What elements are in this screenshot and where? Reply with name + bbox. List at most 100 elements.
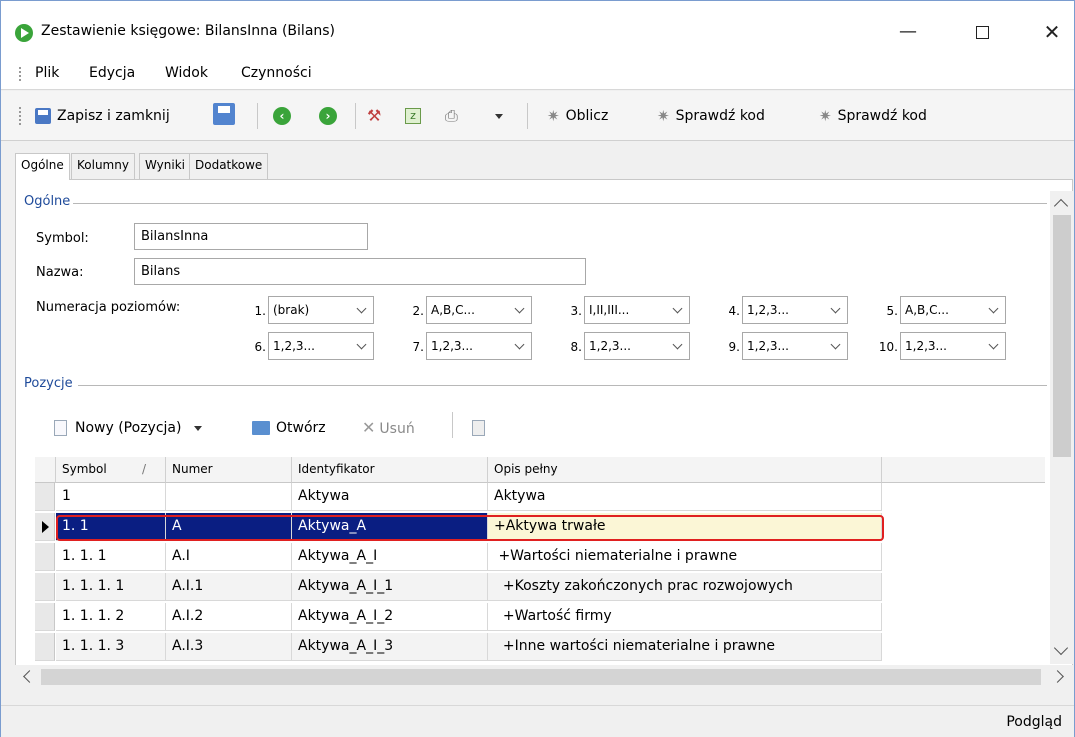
level-10-select[interactable]: 1,2,3... [900,332,1006,360]
row-selector[interactable] [35,573,55,601]
close-button[interactable]: ✕ [1037,17,1067,47]
table-cell[interactable]: A.I.3 [166,633,292,661]
row-selector[interactable] [35,603,55,631]
horizontal-scrollbar[interactable] [15,665,1073,689]
table-cell[interactable]: A.I.1 [166,573,292,601]
horizontal-scroll-thumb[interactable] [41,669,1041,685]
level-9-select[interactable]: 1,2,3... [742,332,848,360]
tab-wyniki[interactable]: Wyniki [139,153,191,179]
name-input[interactable]: Bilans [134,258,586,285]
vertical-scrollbar[interactable] [1050,191,1074,664]
edit-button[interactable] [472,418,493,438]
new-document-icon [54,420,67,436]
print-button[interactable]: ⎙ [445,106,458,128]
tools-icon: ⚒ [367,106,382,125]
table-cell[interactable]: Aktywa_A_I_3 [292,633,488,661]
table-row[interactable]: 1. 1 A Aktywa_A +Aktywa trwałe [35,513,1045,541]
table-cell[interactable]: 1. 1. 1. 3 [56,633,166,661]
chevron-down-icon [988,303,999,314]
vertical-scroll-thumb[interactable] [1053,215,1071,457]
print-dropdown-button[interactable] [495,106,503,128]
table-cell[interactable]: Aktywa [488,483,882,511]
back-button[interactable]: ‹ [273,106,291,128]
delete-button[interactable]: ✕ Usuń [362,418,415,438]
table-cell[interactable]: 1. 1 [56,513,166,541]
save-icon [35,108,51,124]
table-cell[interactable]: A [166,513,292,541]
new-position-button[interactable]: Nowy (Pozycja) [54,418,202,438]
symbol-input[interactable]: BilansInna [134,223,368,250]
column-header-numer[interactable]: Numer [166,457,292,483]
current-row-arrow-icon[interactable] [35,513,55,541]
level-4-select[interactable]: 1,2,3... [742,296,848,324]
check-code-button-1[interactable]: ✷ Sprawdź kod [657,106,765,128]
chevron-down-icon [356,303,367,314]
row-selector[interactable] [35,543,55,571]
table-cell[interactable]: 1. 1. 1 [56,543,166,571]
table-cell[interactable]: A.I [166,543,292,571]
level-6-select[interactable]: 1,2,3... [268,332,374,360]
maximize-button[interactable] [967,17,997,47]
save-button[interactable] [213,103,235,125]
level-6-value: 1,2,3... [273,339,315,353]
calculate-button[interactable]: ✷ Oblicz [547,106,608,128]
table-cell[interactable]: Aktywa_A_I_2 [292,603,488,631]
table-cell[interactable]: Aktywa_A_I [292,543,488,571]
scroll-up-icon[interactable] [1053,198,1069,214]
table-cell[interactable]: A.I.2 [166,603,292,631]
table-cell[interactable] [166,483,292,511]
tab-kolumny[interactable]: Kolumny [71,153,135,179]
level-8-select[interactable]: 1,2,3... [584,332,690,360]
table-row[interactable]: 1 Aktywa Aktywa [35,483,1045,511]
table-row[interactable]: 1. 1. 1 A.I Aktywa_A_I +Wartości niemateri… [35,543,1045,571]
toolbar: Zapisz i zamknij ‹ › ⚒ z ⎙ ✷ Oblicz ✷ Spr [1,91,1074,141]
chevron-down-icon [672,339,683,350]
tools-button[interactable]: ⚒ [367,106,381,128]
table-cell[interactable]: +Wartość firmy [488,603,882,631]
table-cell[interactable]: +Inne wartości niematerialne i prawne [488,633,882,661]
table-cell[interactable]: Aktywa_A [292,513,488,541]
tab-ogolne[interactable]: Ogólne [15,153,70,180]
table-cell[interactable]: +Koszty zakończonych prac rozwojowych [488,573,882,601]
table-cell[interactable]: +Aktywa trwałe [488,513,882,541]
table-cell[interactable]: 1. 1. 1. 1 [56,573,166,601]
check-code-label: Sprawdź kod [837,108,927,124]
table-cell[interactable]: Aktywa [292,483,488,511]
scroll-down-icon[interactable] [1053,640,1069,656]
column-header-symbol[interactable]: Symbol / [56,457,166,483]
level-5-select[interactable]: A,B,C... [900,296,1006,324]
level-4-value: 1,2,3... [747,303,789,317]
save-close-button[interactable]: Zapisz i zamknij [35,106,170,128]
column-header-opis[interactable]: Opis pełny [488,457,882,483]
level-1-select[interactable]: (brak) [268,296,374,324]
minimize-button[interactable]: — [893,17,923,47]
table-row[interactable]: 1. 1. 1. 2 A.I.2 Aktywa_A_I_2 +Wartość fir… [35,603,1045,631]
table-row[interactable]: 1. 1. 1. 3 A.I.3 Aktywa_A_I_3 +Inne wartoś… [35,633,1045,661]
table-cell[interactable]: 1. 1. 1. 2 [56,603,166,631]
toolbar-grip-icon [19,107,22,125]
level-3-select[interactable]: I,II,III... [584,296,690,324]
row-selector[interactable] [35,483,55,511]
level-2-select[interactable]: A,B,C... [426,296,532,324]
tab-dodatkowe[interactable]: Dodatkowe [189,153,269,179]
column-header-filler [882,457,1045,483]
app-play-icon [15,24,33,42]
table-row[interactable]: 1. 1. 1. 1 A.I.1 Aktywa_A_I_1 +Koszty zako… [35,573,1045,601]
table-cell[interactable]: 1 [56,483,166,511]
level-7-select[interactable]: 1,2,3... [426,332,532,360]
forward-button[interactable]: › [319,106,337,128]
column-header-identyfikator[interactable]: Identyfikator [292,457,488,483]
row-selector[interactable] [35,633,55,661]
menu-widok[interactable]: Widok [165,65,208,81]
table-cell[interactable]: Aktywa_A_I_1 [292,573,488,601]
menu-edycja[interactable]: Edycja [89,65,135,81]
table-cell[interactable]: +Wartości niematerialne i prawne [488,543,882,571]
refresh-button[interactable]: z [405,106,421,128]
check-code-button-2[interactable]: ✷ Sprawdź kod [819,106,927,128]
menu-plik[interactable]: Plik [35,65,59,81]
menu-czynnosci[interactable]: Czynności [241,65,312,81]
delete-label: Usuń [379,421,415,437]
scroll-right-icon[interactable] [1051,670,1064,683]
open-button[interactable]: Otwórz [252,418,326,438]
scroll-left-icon[interactable] [23,670,36,683]
